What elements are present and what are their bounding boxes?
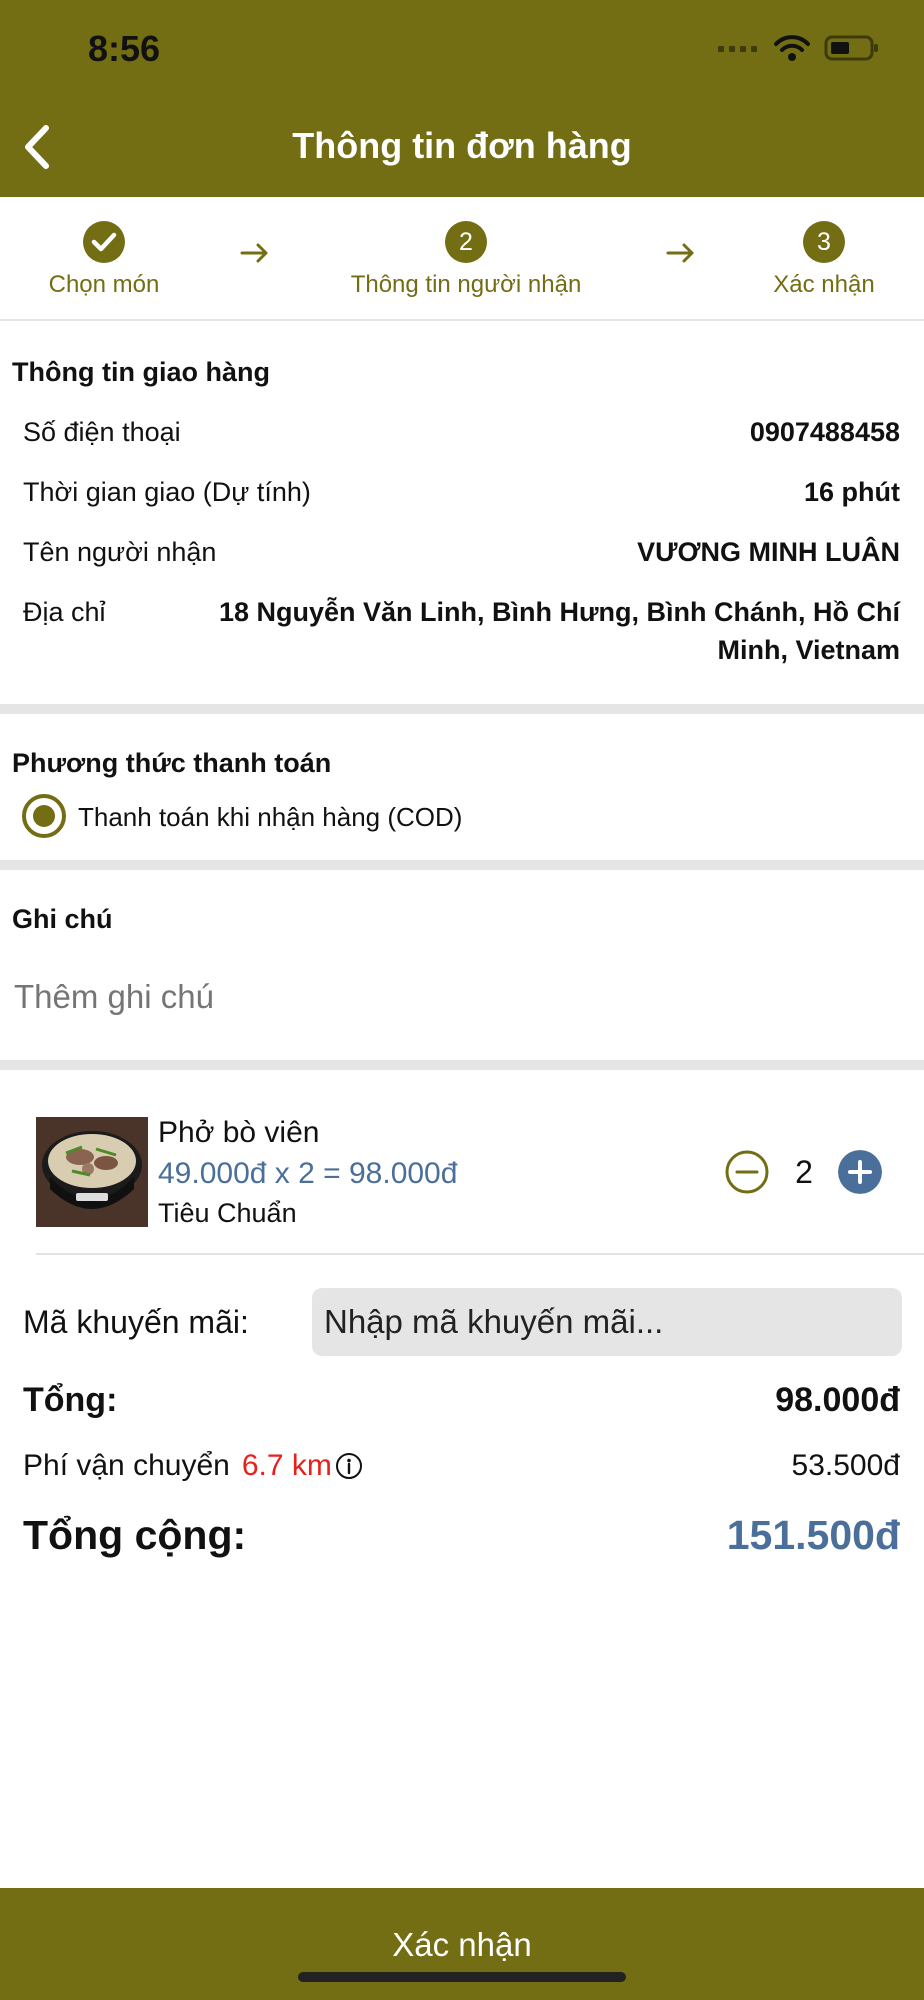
item-price-line: 49.000đ x 2 = 98.000đ	[158, 1157, 458, 1190]
shipping-row: Phí vận chuyển 6.7 km	[23, 1449, 363, 1483]
signal-icon	[718, 46, 757, 52]
step-recipient-info[interactable]: 2 Thông tin người nhận	[336, 221, 596, 299]
step-label: Thông tin người nhận	[350, 271, 582, 298]
note-input[interactable]	[12, 972, 896, 1022]
arrow-right-icon	[666, 243, 694, 263]
decrease-quantity-button[interactable]	[725, 1150, 769, 1194]
step-label: Xác nhận	[773, 271, 875, 298]
item-divider	[36, 1253, 924, 1255]
item-quantity: 2	[795, 1154, 813, 1190]
shipping-distance: 6.7 km	[241, 1449, 332, 1482]
delivery-time-label: Thời gian giao (Dự tính)	[23, 477, 311, 507]
total-label: Tổng cộng:	[23, 1512, 247, 1558]
section-divider	[0, 704, 924, 714]
home-indicator	[298, 1972, 626, 1982]
subtotal-value: 98.000đ	[775, 1381, 900, 1419]
wifi-icon	[774, 35, 810, 61]
shipping-label: Phí vận chuyển	[23, 1449, 230, 1482]
status-time: 8:56	[88, 28, 161, 69]
recipient-name-label: Tên người nhận	[23, 537, 217, 567]
payment-option-label[interactable]: Thanh toán khi nhận hàng (COD)	[78, 802, 462, 833]
delivery-section-title: Thông tin giao hàng	[12, 357, 270, 387]
battery-icon	[824, 35, 878, 61]
promo-label: Mã khuyến mãi:	[23, 1304, 249, 1340]
shipping-value: 53.500đ	[791, 1449, 900, 1482]
arrow-right-icon	[240, 243, 268, 263]
dish-image	[36, 1117, 148, 1227]
order-steps: Chọn món 2 Thông tin người nhận 3 Xác nh…	[0, 197, 924, 321]
phone-value: 0907488458	[749, 417, 900, 447]
address-line-1: 18 Nguyễn Văn Linh, Bình Hưng, Bình Chán…	[218, 597, 900, 627]
item-size: Tiêu Chuẩn	[158, 1198, 297, 1228]
payment-section-title: Phương thức thanh toán	[12, 748, 332, 778]
promo-code-input[interactable]	[312, 1288, 902, 1356]
total-value: 151.500đ	[726, 1512, 900, 1558]
section-divider	[0, 860, 924, 870]
note-section-title: Ghi chú	[12, 904, 113, 934]
payment-radio-cod[interactable]	[22, 794, 66, 838]
step-number: 2	[445, 221, 487, 263]
phone-label: Số điện thoại	[23, 417, 181, 447]
step-choose-dish[interactable]: Chọn món	[36, 221, 172, 299]
section-divider	[0, 1060, 924, 1070]
delivery-time-value: 16 phút	[803, 477, 900, 507]
step-number: 3	[803, 221, 845, 263]
info-icon[interactable]	[335, 1452, 363, 1480]
status-icons	[718, 34, 880, 62]
step-label: Chọn món	[48, 271, 160, 298]
step-confirm[interactable]: 3 Xác nhận	[764, 221, 884, 299]
check-icon	[83, 221, 125, 263]
recipient-name-value: VƯƠNG MINH LUÂN	[637, 537, 900, 567]
subtotal-label: Tổng:	[23, 1381, 118, 1419]
address-line-2: Minh, Vietnam	[717, 635, 900, 665]
confirm-button-label[interactable]: Xác nhận	[0, 1926, 924, 1964]
increase-quantity-button[interactable]	[838, 1150, 882, 1194]
page-title: Thông tin đơn hàng	[292, 125, 632, 166]
item-name: Phở bò viên	[158, 1116, 320, 1149]
address-label: Địa chỉ	[23, 597, 106, 627]
